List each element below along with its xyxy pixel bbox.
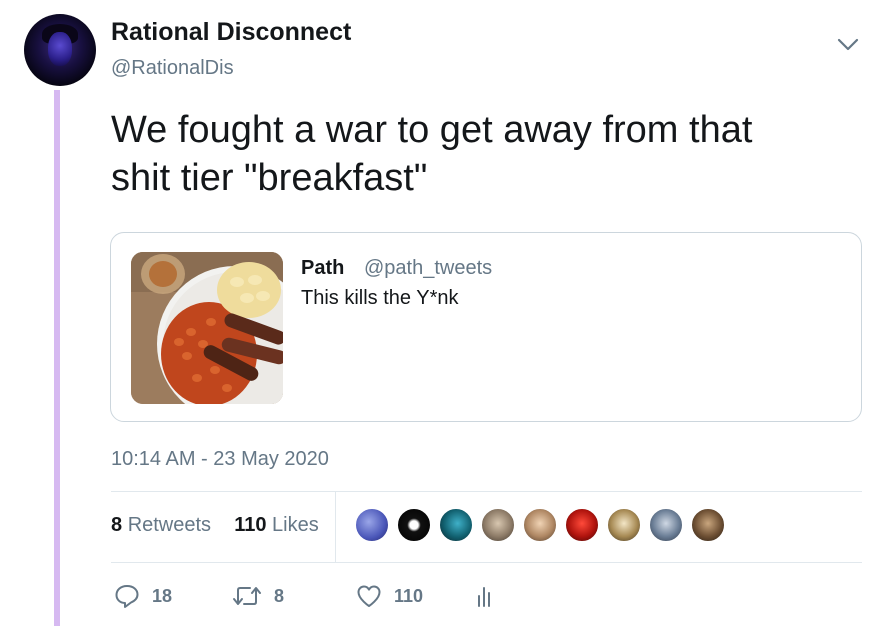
likes-stat[interactable]: 110 Likes bbox=[234, 514, 319, 536]
likes-label: Likes bbox=[272, 514, 319, 536]
avatar-face bbox=[48, 32, 72, 66]
author-name[interactable]: Rational Disconnect bbox=[111, 18, 351, 47]
author-handle[interactable]: @RationalDis bbox=[111, 57, 234, 80]
retweets-stat[interactable]: 8 Retweets bbox=[111, 514, 211, 536]
liker-avatar[interactable] bbox=[564, 507, 600, 543]
quoted-tweet-image[interactable] bbox=[131, 252, 283, 404]
reply-icon bbox=[115, 585, 139, 608]
divider-bottom bbox=[111, 562, 862, 563]
liker-avatar[interactable] bbox=[648, 507, 684, 543]
retweets-count: 8 bbox=[111, 514, 123, 536]
thread-line bbox=[54, 90, 60, 626]
quoted-tweet-text: This kills the Y*nk bbox=[301, 287, 459, 309]
divider-top bbox=[111, 491, 862, 492]
reply-count: 18 bbox=[152, 585, 173, 606]
tweet-text-line-2: shit tier "breakfast" bbox=[111, 157, 428, 199]
liker-avatar[interactable] bbox=[438, 507, 474, 543]
quoted-tweet-card[interactable]: Path @path_tweets This kills the Y*nk bbox=[110, 232, 862, 422]
liker-avatar[interactable] bbox=[522, 507, 558, 543]
tweet-timestamp[interactable]: 10:14 AM - 23 May 2020 bbox=[111, 448, 329, 471]
liker-avatar[interactable] bbox=[606, 507, 642, 543]
analytics-action[interactable] bbox=[476, 583, 508, 609]
quoted-author-handle[interactable]: @path_tweets bbox=[364, 257, 492, 280]
liker-avatar[interactable] bbox=[396, 507, 432, 543]
author-avatar[interactable] bbox=[24, 14, 96, 86]
analytics-icon bbox=[478, 587, 490, 607]
liker-avatar[interactable] bbox=[690, 507, 726, 543]
reply-action[interactable]: 18 bbox=[114, 583, 172, 609]
retweet-action[interactable]: 8 bbox=[232, 583, 284, 609]
retweet-icon bbox=[233, 587, 261, 605]
likes-count: 110 bbox=[234, 514, 267, 536]
stats-divider bbox=[335, 492, 336, 562]
liker-avatar[interactable] bbox=[354, 507, 390, 543]
quoted-author-name[interactable]: Path bbox=[301, 257, 344, 280]
retweets-label: Retweets bbox=[127, 514, 212, 536]
chevron-down-icon[interactable] bbox=[837, 38, 859, 52]
engagement-stats: 8 Retweets 110 Likes bbox=[111, 514, 319, 537]
like-action[interactable]: 110 bbox=[356, 583, 423, 609]
tweet-text-line-1: We fought a war to get away from that bbox=[111, 109, 753, 151]
liker-avatar[interactable] bbox=[480, 507, 516, 543]
heart-icon bbox=[357, 585, 381, 607]
retweet-count: 8 bbox=[274, 585, 285, 606]
tweet-text: We fought a war to get away from that sh… bbox=[111, 106, 851, 202]
like-count: 110 bbox=[394, 585, 424, 606]
